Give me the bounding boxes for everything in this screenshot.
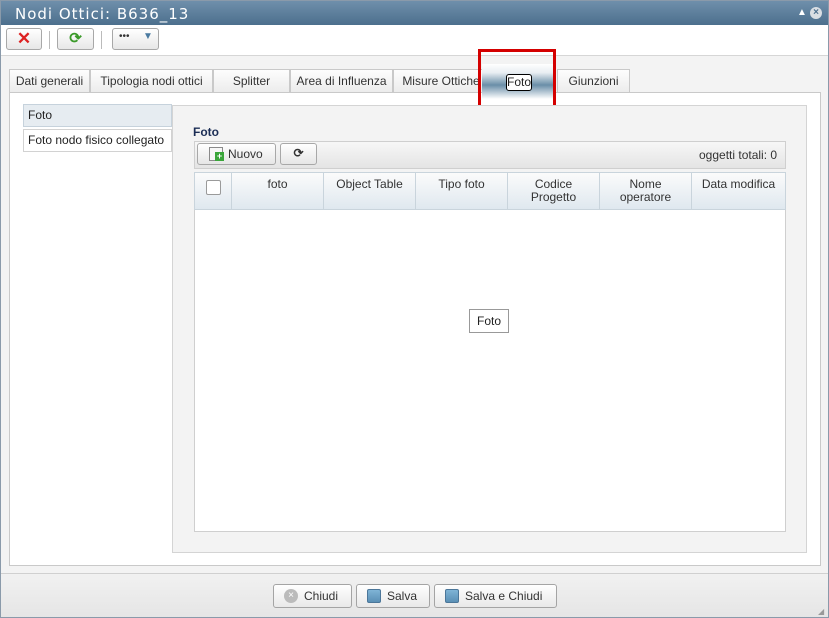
column-header-nome-operatore[interactable]: Nome operatore (600, 173, 692, 209)
tab-misure-ottiche[interactable]: Misure Ottiche (393, 69, 489, 92)
save-icon (367, 589, 381, 603)
column-header-codice-progetto[interactable]: Codice Progetto (508, 173, 600, 209)
refresh-icon: ⟳ (293, 146, 304, 160)
collapse-icon[interactable]: ▲ (796, 7, 808, 19)
new-button-label: Nuovo (228, 147, 263, 161)
total-count: oggetti totali: 0 (699, 148, 778, 162)
column-header-tipo-foto[interactable]: Tipo foto (416, 173, 508, 209)
save-button-label: Salva (387, 589, 418, 603)
grid-header: foto Object Table Tipo foto Codice Proge… (194, 172, 786, 210)
delete-button[interactable]: ✕ (6, 28, 42, 50)
column-header-data-modifica[interactable]: Data modifica (692, 173, 785, 209)
toolbar-separator (49, 31, 50, 49)
save-and-close-label: Salva e Chiudi (465, 589, 543, 603)
more-icon: ••• (119, 31, 130, 42)
column-header-foto[interactable]: foto (232, 173, 324, 209)
close-button[interactable]: × Chiudi (273, 584, 352, 608)
chevron-down-icon: ▼ (143, 31, 153, 42)
grid-refresh-button[interactable]: ⟳ (280, 143, 317, 165)
toolbar: ✕ ⟳ ••• ▼ (1, 25, 828, 56)
new-document-icon: + (209, 147, 224, 161)
tab-area-di-influenza[interactable]: Area di Influenza (290, 69, 393, 92)
save-button[interactable]: Salva (356, 584, 430, 608)
tab-dati-generali[interactable]: Dati generali (9, 69, 90, 92)
window-title: Nodi Ottici: B636_13 (15, 5, 190, 23)
save-close-icon (445, 589, 459, 603)
close-button-label: Chiudi (304, 589, 339, 603)
more-actions-button[interactable]: ••• ▼ (112, 28, 159, 50)
refresh-button[interactable]: ⟳ (57, 28, 94, 50)
footer-bar: × Chiudi Salva Salva e Chiudi ◢ (1, 573, 828, 617)
tab-giunzioni[interactable]: Giunzioni (557, 69, 630, 92)
tab-tipologia-nodi-ottici[interactable]: Tipologia nodi ottici (90, 69, 213, 92)
close-window-icon[interactable]: × (810, 7, 822, 19)
title-bar[interactable]: Nodi Ottici: B636_13 ▲ × (1, 1, 828, 25)
section-title: Foto (193, 125, 219, 139)
resize-grip-icon[interactable]: ◢ (818, 608, 826, 616)
grid-body[interactable] (194, 172, 786, 532)
close-circle-icon: × (284, 589, 298, 603)
refresh-icon: ⟳ (69, 30, 82, 47)
empty-grid-label: Foto (469, 309, 509, 333)
column-header-object-table[interactable]: Object Table (324, 173, 416, 209)
sidebar-item-foto[interactable]: Foto (23, 104, 172, 127)
dialog-window: Nodi Ottici: B636_13 ▲ × ✕ ⟳ ••• ▼ Dati … (0, 0, 829, 618)
toolbar-separator (101, 31, 102, 49)
new-button[interactable]: + Nuovo (197, 143, 276, 165)
header-select-all[interactable] (195, 173, 232, 209)
delete-icon: ✕ (16, 29, 32, 48)
save-and-close-button[interactable]: Salva e Chiudi (434, 584, 557, 608)
sidebar-item-foto-nodo-fisico[interactable]: Foto nodo fisico collegato (23, 129, 172, 152)
select-all-checkbox[interactable] (206, 180, 221, 195)
tab-splitter[interactable]: Splitter (213, 69, 290, 92)
